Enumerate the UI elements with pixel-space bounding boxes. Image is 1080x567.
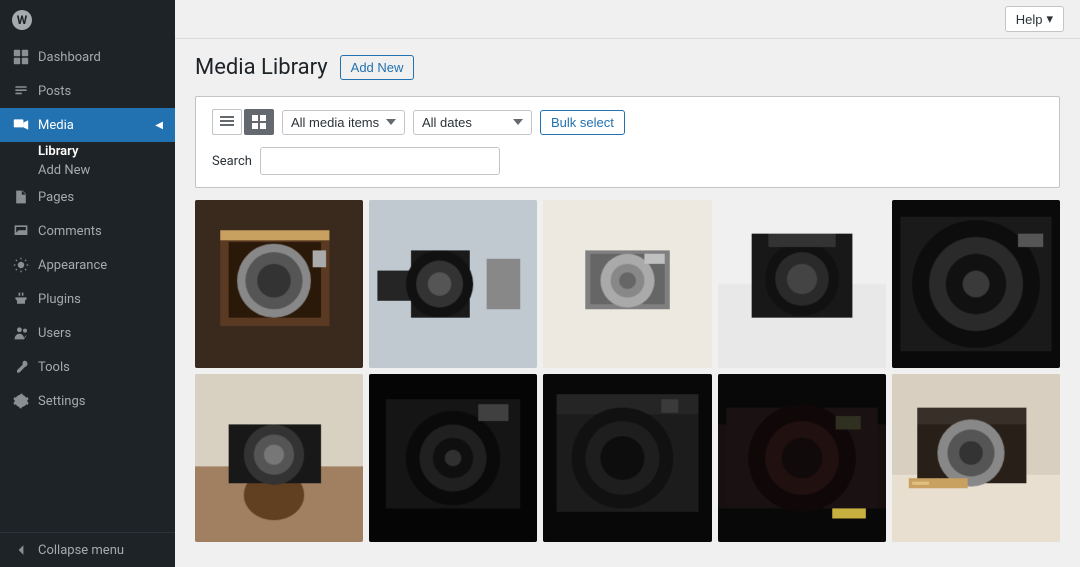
sidebar-item-users[interactable]: Users: [0, 316, 175, 350]
help-label: Help: [1016, 12, 1043, 27]
sidebar-item-pages-label: Pages: [38, 190, 74, 205]
sidebar-item-media[interactable]: Media ◀: [0, 108, 175, 142]
sidebar-item-users-label: Users: [38, 326, 71, 341]
view-toggle: [212, 109, 274, 135]
sidebar-sub-library-label: Library: [38, 144, 78, 159]
users-icon: [12, 324, 30, 342]
search-input[interactable]: [260, 147, 500, 175]
help-button[interactable]: Help ▾: [1005, 6, 1064, 32]
add-new-button[interactable]: Add New: [340, 55, 415, 80]
sidebar-sub-add-new[interactable]: Add New: [0, 161, 175, 180]
media-item[interactable]: [543, 374, 711, 542]
filter-bar: All media items Images Audio Video Docum…: [195, 96, 1060, 188]
sidebar-item-media-label: Media: [38, 118, 74, 133]
sidebar-item-posts-label: Posts: [38, 84, 71, 99]
sidebar-logo: W: [0, 0, 175, 40]
sidebar-item-posts[interactable]: Posts: [0, 74, 175, 108]
sidebar-item-tools-label: Tools: [38, 360, 70, 375]
sidebar-item-plugins-label: Plugins: [38, 292, 81, 307]
plugins-icon: [12, 290, 30, 308]
collapse-icon: [12, 541, 30, 559]
sidebar-item-pages[interactable]: Pages: [0, 180, 175, 214]
sidebar-item-tools[interactable]: Tools: [0, 350, 175, 384]
tools-icon: [12, 358, 30, 376]
main-content: Help ▾ Media Library Add New: [175, 0, 1080, 567]
dashboard-icon: [12, 48, 30, 66]
bulk-select-button[interactable]: Bulk select: [540, 110, 625, 135]
page-title: Media Library: [195, 55, 328, 80]
sidebar-sub-add-new-label: Add New: [38, 163, 90, 178]
sidebar-item-comments-label: Comments: [38, 224, 102, 239]
media-item[interactable]: [892, 200, 1060, 368]
media-items-filter[interactable]: All media items Images Audio Video Docum…: [282, 110, 405, 135]
filter-row: All media items Images Audio Video Docum…: [212, 109, 1043, 135]
search-label: Search: [212, 154, 252, 169]
media-item[interactable]: [718, 200, 886, 368]
media-arrow-icon: ◀: [155, 120, 163, 131]
help-dropdown-icon: ▾: [1046, 11, 1053, 27]
topbar: Help ▾: [175, 0, 1080, 39]
media-item[interactable]: [718, 374, 886, 542]
settings-icon: [12, 392, 30, 410]
pages-icon: [12, 188, 30, 206]
sidebar-item-appearance[interactable]: Appearance: [0, 248, 175, 282]
dates-filter[interactable]: All dates January 2024 February 2024: [413, 110, 532, 135]
sidebar-item-plugins[interactable]: Plugins: [0, 282, 175, 316]
list-view-button[interactable]: [212, 109, 242, 135]
sidebar: W Dashboard Posts Media ◀ Library Add Ne…: [0, 0, 175, 567]
media-item[interactable]: [369, 374, 537, 542]
media-item[interactable]: [195, 200, 363, 368]
sidebar-item-settings-label: Settings: [38, 394, 85, 409]
content-area: Media Library Add New All media items: [175, 39, 1080, 567]
media-item[interactable]: [195, 374, 363, 542]
comments-icon: [12, 222, 30, 240]
collapse-menu-label: Collapse menu: [38, 543, 124, 558]
sidebar-sub-library[interactable]: Library: [0, 142, 175, 161]
collapse-menu-button[interactable]: Collapse menu: [0, 532, 175, 567]
search-row: Search: [212, 147, 1043, 175]
sidebar-item-settings[interactable]: Settings: [0, 384, 175, 418]
media-item[interactable]: [543, 200, 711, 368]
sidebar-item-comments[interactable]: Comments: [0, 214, 175, 248]
grid-view-button[interactable]: [244, 109, 274, 135]
sidebar-item-dashboard[interactable]: Dashboard: [0, 40, 175, 74]
media-item[interactable]: [369, 200, 537, 368]
appearance-icon: [12, 256, 30, 274]
media-item[interactable]: [892, 374, 1060, 542]
page-header: Media Library Add New: [195, 55, 1060, 80]
sidebar-item-appearance-label: Appearance: [38, 258, 107, 273]
sidebar-item-dashboard-label: Dashboard: [38, 50, 101, 65]
wordpress-icon: W: [12, 10, 32, 30]
posts-icon: [12, 82, 30, 100]
media-icon: [12, 116, 30, 134]
media-grid: [195, 200, 1060, 542]
